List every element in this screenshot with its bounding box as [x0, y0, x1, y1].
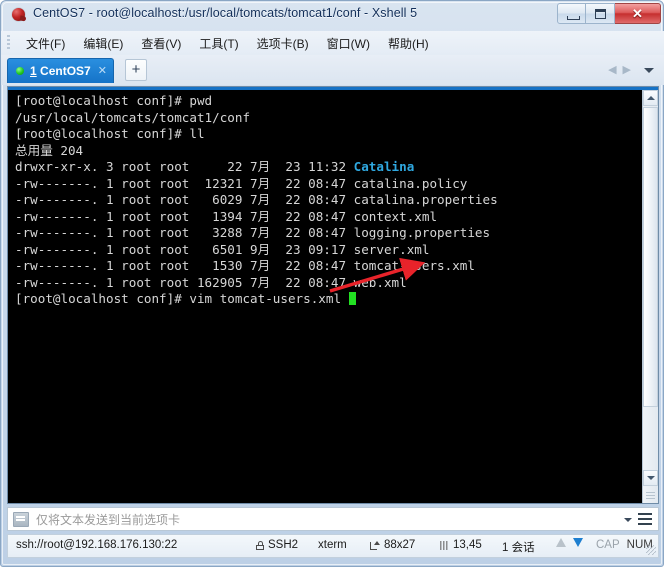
send-target-dropdown-icon[interactable] [624, 518, 632, 522]
tab-label: 1 CentOS7 [30, 64, 91, 78]
menu-grip-handle[interactable] [7, 35, 10, 51]
send-text-placeholder: 仅将文本发送到当前选项卡 [36, 512, 181, 527]
status-session-count: 1 会话 [502, 542, 535, 554]
cursor-position-icon [440, 540, 449, 550]
term-line-web-xml: -rw-------. 1 root root 162905 7月 22 08:… [15, 274, 407, 290]
tab-scroll-right-icon[interactable]: ▶ [623, 63, 631, 76]
scrollbar-down-button[interactable] [643, 470, 658, 486]
terminal-text: [root@localhost conf]# pwd /usr/local/to… [15, 93, 642, 308]
menu-item-tools[interactable]: 工具(T) [190, 33, 247, 54]
terminal-cursor [348, 292, 356, 305]
term-line-pwd-cmd: [root@localhost conf]# pwd [15, 93, 213, 108]
term-line-pwd-out: /usr/local/tomcats/tomcat1/conf [15, 109, 251, 125]
scrollbar-grip [646, 492, 655, 501]
term-dir-catalina: Catalina [353, 159, 415, 174]
term-line-ll-cmd: [root@localhost conf]# ll [15, 126, 205, 141]
terminal-panel: [root@localhost conf]# pwd /usr/local/to… [7, 86, 659, 504]
tab-scroll-left-icon[interactable]: ◀ [608, 63, 616, 76]
tab-list-dropdown-icon[interactable] [643, 64, 655, 76]
status-position-label: 13,45 [453, 539, 482, 551]
menu-bar: 文件(F) 编辑(E) 查看(V) 工具(T) 选项卡(B) 窗口(W) 帮助(… [1, 31, 664, 55]
status-keyboard-indicators: CAP NUM [596, 539, 653, 551]
terminal-scrollbar[interactable] [642, 90, 658, 503]
status-terminal-size: 88x27 [370, 539, 415, 551]
minimize-icon [567, 16, 580, 20]
terminal-size-icon [370, 540, 380, 550]
maximize-icon [595, 9, 606, 19]
term-line-vim-cmd: [root@localhost conf]# vim tomcat-users.… [15, 291, 349, 306]
scrollbar-up-button[interactable] [643, 90, 658, 106]
caps-lock-indicator: CAP [596, 539, 620, 551]
connection-status-dot [16, 67, 24, 75]
status-terminal-type: xterm [318, 539, 347, 551]
title-bar: CentOS7 - root@localhost:/usr/local/tomc… [1, 1, 664, 30]
term-line-total: 总用量 204 [15, 142, 84, 158]
menu-item-file[interactable]: 文件(F) [17, 33, 74, 54]
term-line-logging-properties: -rw-------. 1 root root 3288 7月 22 08:47… [15, 225, 491, 240]
tab-title: CentOS7 [36, 64, 91, 78]
tab-index: 1 [30, 64, 37, 78]
xshell-window: CentOS7 - root@localhost:/usr/local/tomc… [0, 0, 664, 567]
upload-arrow-icon [556, 538, 566, 547]
window-title: CentOS7 - root@localhost:/usr/local/tomc… [33, 6, 418, 20]
menu-item-view[interactable]: 查看(V) [132, 33, 190, 54]
term-line-catalina-policy: -rw-------. 1 root root 12321 7月 22 08:4… [15, 175, 468, 191]
tab-close-icon[interactable]: ✕ [98, 65, 107, 77]
maximize-button[interactable] [586, 3, 615, 24]
minimize-button[interactable] [557, 3, 586, 24]
tab-bar: 1 CentOS7 ✕ + ◀ ▶ [1, 55, 664, 85]
term-line-catalina-properties: -rw-------. 1 root root 6029 7月 22 08:47… [15, 192, 498, 207]
menu-item-window[interactable]: 窗口(W) [318, 33, 379, 54]
lock-icon [256, 540, 264, 550]
status-transfer-indicators [556, 538, 583, 547]
send-text-bar[interactable]: 仅将文本发送到当前选项卡 [7, 507, 659, 531]
xshell-icon [11, 7, 27, 23]
status-size-label: 88x27 [384, 539, 416, 551]
menu-item-edit[interactable]: 编辑(E) [74, 33, 132, 54]
send-options-menu-icon[interactable] [638, 513, 652, 525]
terminal-output[interactable]: [root@localhost conf]# pwd /usr/local/to… [8, 90, 642, 503]
window-controls: ✕ [557, 3, 661, 24]
term-line-server-xml: -rw-------. 1 root root 6501 9月 23 09:17… [15, 241, 430, 257]
download-arrow-icon [573, 538, 583, 547]
status-protocol-label: SSH2 [268, 539, 299, 551]
tab-nav-controls: ◀ ▶ [608, 63, 631, 76]
term-line-catalina: drwxr-xr-x. 3 root root 22 7月 23 11:32 [15, 159, 354, 174]
menu-item-help[interactable]: 帮助(H) [379, 33, 438, 54]
window-resize-grip[interactable] [646, 545, 656, 555]
term-line-context-xml: -rw-------. 1 root root 1394 7月 22 08:47… [15, 208, 438, 224]
term-line-tomcat-users-xml: -rw-------. 1 root root 1530 7月 22 08:47… [15, 258, 475, 273]
status-protocol: SSH2 [256, 539, 298, 551]
menu-item-tabs[interactable]: 选项卡(B) [248, 33, 318, 54]
status-bar: ssh://root@192.168.176.130:22 SSH2 xterm… [7, 534, 659, 558]
menu-items: 文件(F) 编辑(E) 查看(V) 工具(T) 选项卡(B) 窗口(W) 帮助(… [17, 31, 438, 55]
tab-centos7[interactable]: 1 CentOS7 ✕ [7, 58, 114, 83]
scrollbar-thumb[interactable] [643, 107, 658, 407]
status-connection-url: ssh://root@192.168.176.130:22 [16, 539, 178, 551]
new-tab-button[interactable]: + [125, 59, 147, 81]
send-target-icon [13, 511, 29, 527]
close-button[interactable]: ✕ [615, 3, 661, 24]
close-icon: ✕ [632, 6, 643, 21]
status-cursor-position: 13,45 [440, 539, 482, 551]
